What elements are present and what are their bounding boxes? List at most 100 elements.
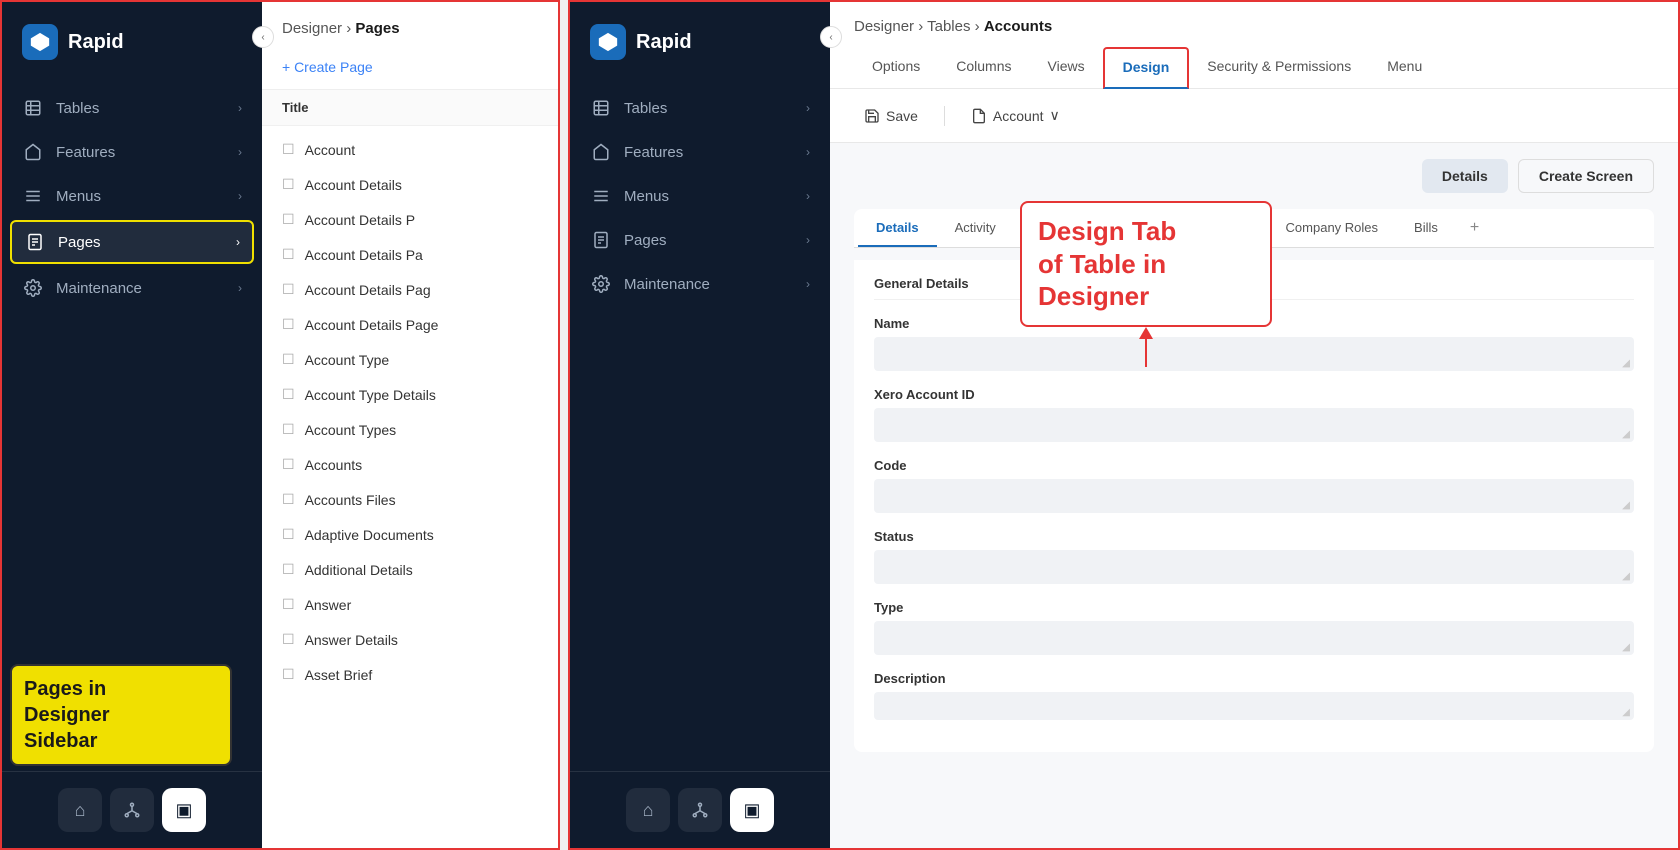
- sub-tab-details[interactable]: Details: [858, 210, 937, 247]
- list-item[interactable]: ☐ Account Type Details: [262, 377, 558, 412]
- maintenance-chevron-right: ›: [806, 277, 810, 291]
- list-item[interactable]: ☐ Account Details Page: [262, 307, 558, 342]
- save-button[interactable]: Save: [854, 102, 928, 130]
- list-item[interactable]: ☐ Account: [262, 132, 558, 167]
- maintenance-chevron-left: ›: [238, 281, 242, 295]
- sub-tab-company-roles[interactable]: Company Roles: [1268, 210, 1397, 247]
- sidebar-item-pages-right[interactable]: Pages ›: [570, 218, 830, 262]
- list-item[interactable]: ☐ Answer: [262, 587, 558, 622]
- type-input[interactable]: [874, 621, 1634, 655]
- pages-annotation: Pages inDesignerSidebar: [10, 664, 232, 766]
- sidebar-item-pages-left[interactable]: Pages ›: [10, 220, 254, 264]
- list-item[interactable]: ☐ Account Details Pa: [262, 237, 558, 272]
- arrow-line: [1145, 339, 1147, 367]
- sidebar-item-menus-right[interactable]: Menus ›: [570, 174, 830, 218]
- page-file-icon: ☐: [282, 386, 295, 403]
- pages-label-left: Pages: [58, 234, 224, 251]
- footer-designer-btn-right[interactable]: ▣: [730, 788, 774, 832]
- tab-security[interactable]: Security & Permissions: [1189, 48, 1369, 88]
- tab-menu[interactable]: Menu: [1369, 48, 1440, 88]
- list-item[interactable]: ☐ Accounts Files: [262, 482, 558, 517]
- type-label: Type: [874, 600, 1634, 615]
- pages-breadcrumb: Designer › Pages: [282, 20, 538, 37]
- tables-chevron-left: ›: [238, 101, 242, 115]
- sidebar-item-menus-left[interactable]: Menus ›: [2, 174, 262, 218]
- tab-columns[interactable]: Columns: [938, 48, 1029, 88]
- footer-sitemap-btn-right[interactable]: [678, 788, 722, 832]
- footer-home-btn-left[interactable]: ⌂: [58, 788, 102, 832]
- menus-chevron-right: ›: [806, 189, 810, 203]
- description-input[interactable]: [874, 692, 1634, 720]
- resize-handle-xero: ◢: [1622, 429, 1630, 440]
- account-dropdown-button[interactable]: Account ∨: [961, 101, 1070, 130]
- tab-views[interactable]: Views: [1030, 48, 1103, 88]
- sidebar-collapse-btn-right[interactable]: ‹: [820, 26, 842, 48]
- pages-list: ☐ Account ☐ Account Details ☐ Account De…: [262, 126, 558, 848]
- features-chevron-right: ›: [806, 145, 810, 159]
- sub-tab-add-button[interactable]: +: [1456, 209, 1493, 247]
- status-label: Status: [874, 529, 1634, 544]
- list-item[interactable]: ☐ Answer Details: [262, 622, 558, 657]
- pages-table-header: Title: [262, 90, 558, 126]
- list-item[interactable]: ☐ Additional Details: [262, 552, 558, 587]
- footer-home-btn-right[interactable]: ⌂: [626, 788, 670, 832]
- list-item[interactable]: ☐ Account Details P: [262, 202, 558, 237]
- design-area: Design Tabof Table inDesigner Details Cr…: [830, 143, 1678, 848]
- create-page-button[interactable]: + Create Page: [282, 51, 373, 89]
- sidebar-item-tables-left[interactable]: Tables ›: [2, 86, 262, 130]
- tables-label-left: Tables: [56, 100, 226, 117]
- menus-icon-right: [590, 185, 612, 207]
- page-file-icon: ☐: [282, 316, 295, 333]
- sidebar-item-features-right[interactable]: Features ›: [570, 130, 830, 174]
- code-input[interactable]: [874, 479, 1634, 513]
- type-input-wrapper: ◢: [874, 621, 1634, 655]
- menus-label-right: Menus: [624, 188, 794, 205]
- sidebar-right: Rapid ‹ Tables › Features ›: [570, 2, 830, 848]
- resize-handle-type: ◢: [1622, 642, 1630, 653]
- sidebar-item-features-left[interactable]: Features ›: [2, 130, 262, 174]
- pages-chevron-left: ›: [236, 235, 240, 249]
- nav-right: Tables › Features › Menus ›: [570, 78, 830, 771]
- sub-tab-activity[interactable]: Activity: [937, 210, 1014, 247]
- sidebar-item-maintenance-left[interactable]: Maintenance ›: [2, 266, 262, 310]
- features-label-left: Features: [56, 144, 226, 161]
- list-item[interactable]: ☐ Account Details: [262, 167, 558, 202]
- sidebar-footer-right: ⌂ ▣: [570, 771, 830, 848]
- page-file-icon: ☐: [282, 666, 295, 683]
- tab-options[interactable]: Options: [854, 48, 938, 88]
- logo-text-left: Rapid: [68, 31, 124, 54]
- list-item[interactable]: ☐ Accounts: [262, 447, 558, 482]
- page-file-icon: ☐: [282, 351, 295, 368]
- sub-tab-bills[interactable]: Bills: [1396, 210, 1456, 247]
- list-item[interactable]: ☐ Account Type: [262, 342, 558, 377]
- page-file-icon: ☐: [282, 141, 295, 158]
- sidebar-item-maintenance-right[interactable]: Maintenance ›: [570, 262, 830, 306]
- list-item[interactable]: ☐ Account Details Pag: [262, 272, 558, 307]
- resize-handle-name: ◢: [1622, 358, 1630, 369]
- features-chevron-left: ›: [238, 145, 242, 159]
- tables-icon-right: [590, 97, 612, 119]
- sidebar-footer-left: ⌂ ▣: [2, 771, 262, 848]
- features-icon-right: [590, 141, 612, 163]
- list-item[interactable]: ☐ Asset Brief: [262, 657, 558, 692]
- status-input[interactable]: [874, 550, 1634, 584]
- maintenance-label-right: Maintenance: [624, 276, 794, 293]
- sidebar-item-tables-right[interactable]: Tables ›: [570, 86, 830, 130]
- footer-designer-btn-left[interactable]: ▣: [162, 788, 206, 832]
- description-label: Description: [874, 671, 1634, 686]
- footer-sitemap-btn-left[interactable]: [110, 788, 154, 832]
- tab-design[interactable]: Design: [1103, 47, 1190, 89]
- list-item[interactable]: ☐ Account Types: [262, 412, 558, 447]
- create-screen-button[interactable]: Create Screen: [1518, 159, 1654, 193]
- xero-account-id-input-wrapper: ◢: [874, 408, 1634, 442]
- page-file-icon: ☐: [282, 421, 295, 438]
- list-item[interactable]: ☐ Adaptive Documents: [262, 517, 558, 552]
- sidebar-collapse-btn-left[interactable]: ‹: [252, 26, 274, 48]
- details-button[interactable]: Details: [1422, 159, 1508, 193]
- page-file-icon: ☐: [282, 456, 295, 473]
- xero-account-id-input[interactable]: [874, 408, 1634, 442]
- logo-left: Rapid: [2, 2, 262, 78]
- main-content: Designer › Tables › Accounts Options Col…: [830, 2, 1678, 848]
- pages-label-right: Pages: [624, 232, 794, 249]
- tables-chevron-right: ›: [806, 101, 810, 115]
